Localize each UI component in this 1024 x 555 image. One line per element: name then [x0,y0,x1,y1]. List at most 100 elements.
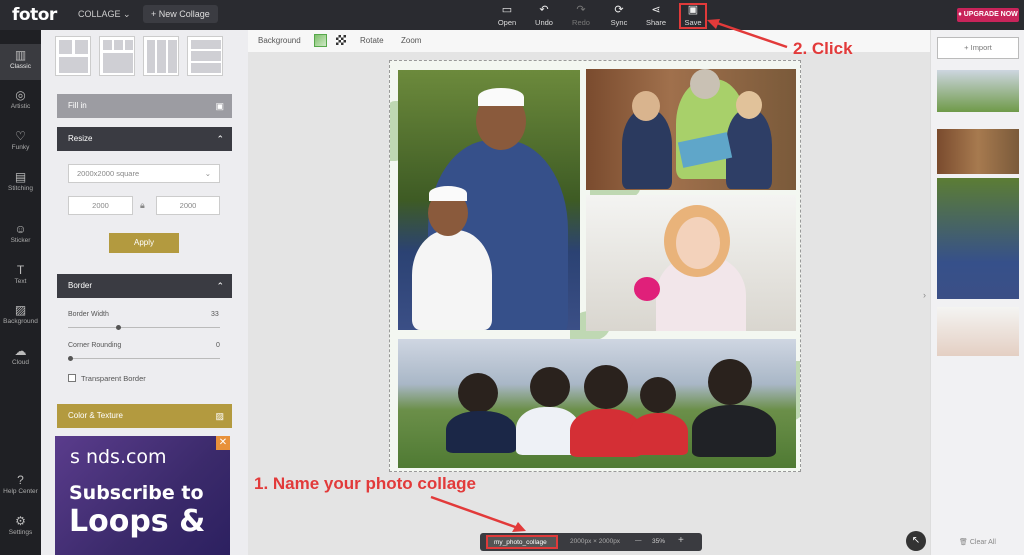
folder-icon: ▭ [501,4,513,16]
background-icon: ▨ [14,303,27,317]
nav-artistic-label: Artistic [10,103,31,110]
mode-dropdown[interactable]: COLLAGE ⌄ [78,9,131,20]
zoom-button[interactable]: Zoom [401,36,421,45]
resize-section-header[interactable]: Resize ⌃ [57,127,232,151]
color-texture-label: Color & Texture [68,411,123,420]
zoom-in-button[interactable]: + [678,535,684,546]
nav-cloud-label: Cloud [12,359,29,366]
open-label: Open [497,18,517,27]
save-highlight [679,3,707,29]
nav-funky[interactable]: ♡ Funky [0,129,41,151]
chevron-up-icon: ⌃ [216,134,224,144]
border-width-label: Border Width [68,311,109,318]
sync-button[interactable]: ⟳ Sync [603,4,635,27]
nav-settings-label: Settings [8,529,33,536]
grandmother-head [690,69,720,99]
filename-input[interactable]: my_photo_collage [486,535,558,549]
fotor-logo[interactable]: fotor [12,5,57,25]
nav-stitching[interactable]: ▤ Stitching [0,170,41,192]
child-head [736,91,762,119]
nav-cloud[interactable]: ☁ Cloud [0,344,41,366]
undo-button[interactable]: ↶ Undo [528,4,560,27]
redo-button[interactable]: ↷ Redo [565,4,597,27]
upgrade-label: UPGRADE NOW [963,11,1018,18]
nav-artistic[interactable]: ◎ Artistic [0,88,41,110]
slider-knob[interactable] [116,325,121,330]
photo-thumbnail[interactable] [937,129,1019,174]
corner-rounding-label: Corner Rounding [68,342,122,349]
import-button[interactable]: + Import [937,37,1019,59]
body [692,405,776,457]
cloud-icon: ☁ [14,344,27,358]
text-icon: T [16,263,25,277]
ad-banner[interactable]: ✕ s nds.com Subscribe to Loops & [55,436,230,555]
collage-canvas[interactable] [389,60,801,472]
nav-sticker[interactable]: ☺ Sticker [0,222,41,244]
redo-label: Redo [572,18,590,27]
girl-face [676,217,720,269]
nav-classic[interactable]: ▥ Classic [0,44,41,80]
border-section-header[interactable]: Border ⌃ [57,274,232,298]
photo-thumbnail[interactable] [937,307,1019,356]
nav-funky-label: Funky [11,144,30,151]
corner-rounding-slider[interactable] [68,356,220,361]
open-button[interactable]: ▭ Open [491,4,523,27]
nav-text[interactable]: T Text [0,263,41,285]
lock-icon[interactable]: 🔒︎ [140,200,145,211]
border-width-slider[interactable] [68,325,220,330]
new-collage-button[interactable]: + New Collage [143,5,218,23]
classic-icon: ▥ [14,48,27,62]
collapse-arrow-icon[interactable]: › [923,290,926,300]
layout-option[interactable] [143,36,179,76]
expand-icon[interactable]: ↖ [906,531,926,551]
annotation-step-1: 1. Name your photo collage [254,474,476,493]
photos-panel: + Import 🗑︎ Clear All [930,30,1024,555]
hair [640,377,676,413]
zoom-out-button[interactable]: — [635,537,642,544]
fill-in-button[interactable]: Fill in ▣ [57,94,232,118]
nav-background-label: Background [3,318,38,325]
fill-in-label: Fill in [68,101,87,110]
photo-father-son[interactable] [398,70,580,330]
close-icon[interactable]: ✕ [216,436,230,450]
share-button[interactable]: ⋖ Share [640,4,672,27]
nav-background[interactable]: ▨ Background [0,303,41,325]
layout-option[interactable] [55,36,91,76]
texture-icon: ▨ [215,411,224,421]
upgrade-button[interactable]: ♦ UPGRADE NOW [957,8,1019,22]
boy-cap [429,186,467,201]
photo-grandmother-reading[interactable] [586,69,796,190]
width-input[interactable]: 2000 [68,196,133,215]
left-nav: ▥ Classic ◎ Artistic ♡ Funky ▤ Stitching ☺ St… [0,30,41,555]
photo-girl-chair[interactable] [586,195,796,331]
corner-rounding-value: 0 [216,342,220,349]
rotate-button[interactable]: Rotate [360,36,384,45]
size-preset-select[interactable]: 2000x2000 square ⌄ [68,164,220,183]
slider-knob[interactable] [68,356,73,361]
apply-button[interactable]: Apply [109,233,179,253]
photo-family-lawn[interactable] [398,339,796,468]
settings-icon: ⚙ [15,514,26,528]
height-input[interactable]: 2000 [156,196,220,215]
transparent-bg-icon[interactable] [336,35,346,45]
photo-thumbnail[interactable] [937,178,1019,299]
nav-stitching-label: Stitching [8,185,33,192]
nav-settings[interactable]: ⚙ Settings [0,514,41,536]
border-label: Border [68,281,93,290]
layout-option[interactable] [187,36,223,76]
artistic-icon: ◎ [15,88,26,102]
child-figure [726,109,772,189]
transparent-border-checkbox[interactable] [68,374,76,382]
chevron-down-icon: ⌄ [204,169,211,178]
sync-label: Sync [610,18,628,27]
redo-icon: ↷ [576,4,586,16]
color-texture-button[interactable]: Color & Texture ▨ [57,404,232,428]
ad-headline: Subscribe to [69,482,204,504]
nav-help-center[interactable]: ? Help Center [0,473,41,495]
photo-thumbnail[interactable] [937,70,1019,112]
clear-all-button[interactable]: 🗑︎ Clear All [959,538,996,546]
transparent-border-label: Transparent Border [81,374,146,383]
background-swatch[interactable] [314,34,327,47]
layout-option[interactable] [99,36,135,76]
annotation-step-2: 2. Click [793,39,853,58]
